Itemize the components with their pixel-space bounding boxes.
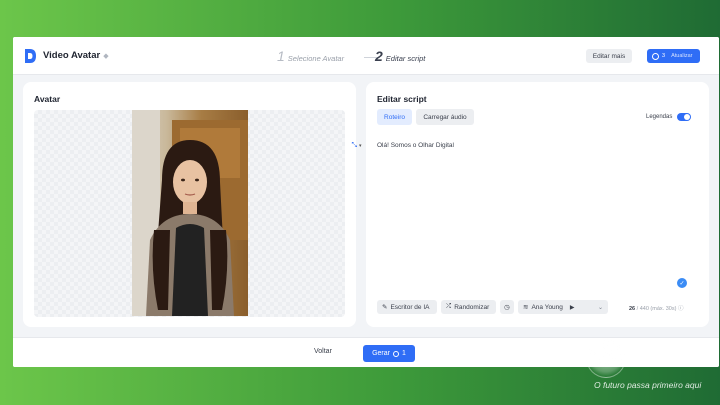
watermark-slogan: O futuro passa primeiro aqui [594, 380, 702, 390]
avatar-panel: Avatar [23, 82, 356, 327]
script-panel-title: Editar script [377, 94, 427, 104]
upgrade-label: Atualizar [671, 53, 693, 59]
generate-cost: 1 [402, 350, 406, 357]
tab-roteiro[interactable]: Roteiro [377, 109, 412, 125]
step-number: 1 [277, 48, 285, 64]
back-button[interactable]: Voltar [314, 348, 332, 355]
app-window: Video Avatar ◆ 1 Selecione Avatar 2 Edita… [13, 37, 719, 367]
check-icon: ✓ [677, 278, 687, 288]
credit-icon [393, 350, 399, 357]
tab-upload-audio[interactable]: Carregar áudio [416, 109, 474, 125]
info-icon: ⓘ [677, 306, 684, 312]
generate-label: Gerar [372, 350, 390, 357]
step-label: Selecione Avatar [287, 54, 345, 63]
script-panel: Editar script Roteiro Carregar áudio Leg… [366, 82, 709, 327]
generate-button[interactable]: Gerar 1 [363, 345, 415, 362]
avatar-person-illustration [132, 110, 248, 316]
waveform-icon: ≋ [523, 304, 529, 311]
subtitles-toggle[interactable] [677, 113, 691, 121]
logo-icon [25, 49, 36, 63]
expand-toggle[interactable]: ⤡ ▾ [348, 140, 365, 152]
shuffle-icon: ⤮ [446, 303, 452, 310]
watermark-brand: DIGITAL [626, 352, 696, 369]
play-icon[interactable]: ▶ [570, 304, 575, 311]
resize-icon: ⤡ [351, 142, 358, 149]
voice-name: Ana Young [531, 303, 563, 311]
step-select-avatar[interactable]: 1 Selecione Avatar [277, 48, 344, 64]
ai-writer-button[interactable]: ✎ Escritor de IA [377, 300, 437, 314]
app-title-text: Video Avatar [43, 50, 101, 61]
character-counter: 26 / 440 (máx. 30s) ⓘ [629, 304, 683, 312]
voice-selector[interactable]: ≋ Ana Young ▶ ⌄ [518, 300, 608, 314]
top-bar: Video Avatar ◆ 1 Selecione Avatar 2 Edita… [13, 37, 719, 75]
avatar-preview-area [34, 110, 345, 317]
counter-current: 26 [629, 306, 636, 312]
app-title: Video Avatar ◆ [43, 50, 109, 61]
edit-more-button[interactable]: Editar mais [586, 49, 632, 63]
timing-button[interactable]: ◷ [500, 300, 514, 314]
chevron-down-icon: ▾ [359, 143, 362, 149]
ai-writer-label: Escritor de IA [390, 303, 430, 311]
credit-icon [652, 52, 659, 60]
subtitles-label: Legendas [646, 114, 673, 120]
diamond-icon: ◆ [103, 53, 109, 60]
toggle-knob [684, 114, 690, 120]
randomize-label: Randomizar [454, 303, 490, 311]
watermark-logo [586, 338, 626, 378]
randomize-button[interactable]: ⤮ Randomizar [441, 300, 496, 314]
step-number: 2 [375, 48, 383, 64]
counter-rest: / 440 (máx. 30s) [636, 306, 677, 312]
avatar-video[interactable] [132, 110, 248, 316]
step-edit-script[interactable]: 2 Editar script [375, 48, 425, 64]
step-label: Editar script [385, 54, 426, 63]
clock-icon: ◷ [504, 304, 510, 311]
chevron-down-icon: ⌄ [597, 304, 603, 311]
upgrade-button[interactable]: 3 Atualizar [647, 49, 700, 63]
avatar-panel-title: Avatar [34, 94, 61, 104]
script-textarea[interactable]: Olá! Somos o Olhar Digital [377, 142, 454, 149]
magic-wand-icon: ✎ [382, 304, 388, 311]
credit-count: 3 [662, 53, 666, 59]
